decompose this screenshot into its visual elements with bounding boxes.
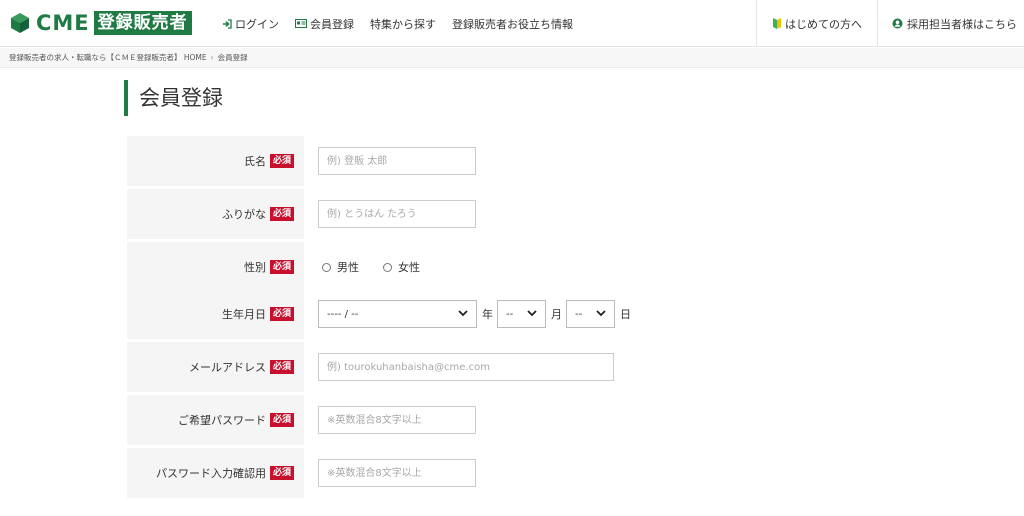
required-badge: 必須 [269, 466, 294, 480]
password-input[interactable] [318, 406, 476, 434]
breadcrumb: 登録販売者の求人・転職なら【ＣＭＥ登録販売者】 HOME › 会員登録 [0, 48, 1024, 68]
gender-male-radio[interactable]: 男性 [322, 259, 359, 275]
form-row-name: 氏名 必須 [127, 136, 827, 186]
birth-year-select[interactable]: ---- / -- [318, 300, 477, 328]
radio-circle-icon [322, 262, 331, 272]
kana-label: ふりがな [221, 208, 266, 221]
kana-label-cell: ふりがな 必須 [127, 189, 304, 239]
gender-female-radio[interactable]: 女性 [383, 259, 420, 275]
chevron-down-icon [596, 309, 606, 320]
gender-male-label: 男性 [337, 261, 359, 274]
form-row-kana: ふりがな 必須 [127, 189, 827, 239]
form-row-email: メールアドレス 必須 [127, 342, 827, 392]
nav-features-label: 特集から探す [370, 17, 436, 31]
form-row-password-confirm: パスワード入力確認用 必須 [127, 448, 827, 498]
birth-day-unit: 日 [620, 308, 631, 321]
header-right: はじめての方へ 採用担当者様はこちら [756, 0, 1024, 47]
beginner-label: はじめての方へ [785, 17, 862, 31]
breadcrumb-separator: › [210, 53, 214, 62]
required-badge: 必須 [269, 307, 294, 321]
required-badge: 必須 [269, 413, 294, 427]
password-confirm-input[interactable] [318, 459, 476, 487]
site-logo[interactable]: CME 登録販売者 [10, 10, 192, 36]
required-badge: 必須 [269, 360, 294, 374]
name-label: 氏名 [243, 155, 266, 168]
birth-day-select[interactable]: -- [566, 300, 615, 328]
breadcrumb-home[interactable]: 登録販売者の求人・転職なら【ＣＭＥ登録販売者】 HOME [9, 52, 207, 63]
nav-register[interactable]: 会員登録 [295, 16, 354, 32]
login-icon [222, 18, 232, 29]
form-row-password: ご希望パスワード 必須 [127, 395, 827, 445]
birth-month-select[interactable]: -- [497, 300, 546, 328]
password-label-cell: ご希望パスワード 必須 [127, 395, 304, 445]
required-badge: 必須 [269, 260, 294, 274]
nav-login-label: ログイン [235, 17, 279, 31]
nav-features[interactable]: 特集から探す [370, 16, 436, 32]
site-header: CME 登録販売者 ログイン 会員登録 特集から探す 登録販売者お役立ち情報 は… [0, 0, 1024, 47]
required-badge: 必須 [269, 154, 294, 168]
kana-input[interactable] [318, 200, 476, 228]
kana-field-cell [318, 189, 476, 239]
password-label: ご希望パスワード [177, 414, 266, 427]
email-input[interactable] [318, 353, 614, 381]
password-field-cell [318, 395, 476, 445]
form-row-birthdate: 生年月日 必須 ---- / -- 年 -- 月 -- 日 [127, 289, 827, 339]
gender-female-label: 女性 [398, 261, 420, 274]
nav-register-label: 会員登録 [310, 17, 354, 31]
name-input[interactable] [318, 147, 476, 175]
name-label-cell: 氏名 必須 [127, 136, 304, 186]
id-card-icon [295, 19, 307, 28]
password-confirm-label: パスワード入力確認用 [155, 467, 266, 480]
gender-field-cell: 男性 女性 [318, 242, 440, 292]
birth-month-unit: 月 [551, 308, 562, 321]
form-row-gender: 性別 必須 男性 女性 [127, 242, 827, 292]
birth-field-cell: ---- / -- 年 -- 月 -- 日 [318, 289, 635, 339]
birth-day-value: -- [575, 308, 583, 320]
birth-label-cell: 生年月日 必須 [127, 289, 304, 339]
email-label: メールアドレス [188, 361, 266, 374]
nav-login[interactable]: ログイン [222, 16, 279, 32]
chevron-down-icon [458, 309, 468, 320]
employer-label: 採用担当者様はこちら [907, 17, 1017, 31]
email-label-cell: メールアドレス 必須 [127, 342, 304, 392]
radio-circle-icon [383, 262, 392, 272]
password-confirm-label-cell: パスワード入力確認用 必須 [127, 448, 304, 498]
chevron-down-icon [527, 309, 537, 320]
birth-label: 生年月日 [221, 308, 266, 321]
beginner-mark-icon [773, 18, 781, 29]
beginner-button[interactable]: はじめての方へ [756, 0, 877, 47]
name-field-cell [318, 136, 476, 186]
birth-year-value: ---- / -- [327, 308, 359, 320]
user-circle-icon [892, 18, 903, 29]
logo-cme-text: CME [36, 11, 90, 35]
password-confirm-field-cell [318, 448, 476, 498]
birth-year-unit: 年 [482, 308, 493, 321]
employer-button[interactable]: 採用担当者様はこちら [877, 0, 1024, 47]
email-field-cell [318, 342, 614, 392]
main-nav: ログイン 会員登録 特集から探す 登録販売者お役立ち情報 [222, 0, 589, 47]
birth-month-value: -- [506, 308, 514, 320]
logo-badge-text: 登録販売者 [93, 11, 192, 35]
page-title: 会員登録 [124, 80, 223, 116]
nav-useful-info-label: 登録販売者お役立ち情報 [452, 17, 573, 31]
gender-label-cell: 性別 必須 [127, 242, 304, 292]
cube-logo-icon [10, 12, 30, 34]
gender-label: 性別 [243, 261, 266, 274]
required-badge: 必須 [269, 207, 294, 221]
breadcrumb-current: 会員登録 [217, 53, 248, 62]
nav-useful-info[interactable]: 登録販売者お役立ち情報 [452, 16, 573, 32]
